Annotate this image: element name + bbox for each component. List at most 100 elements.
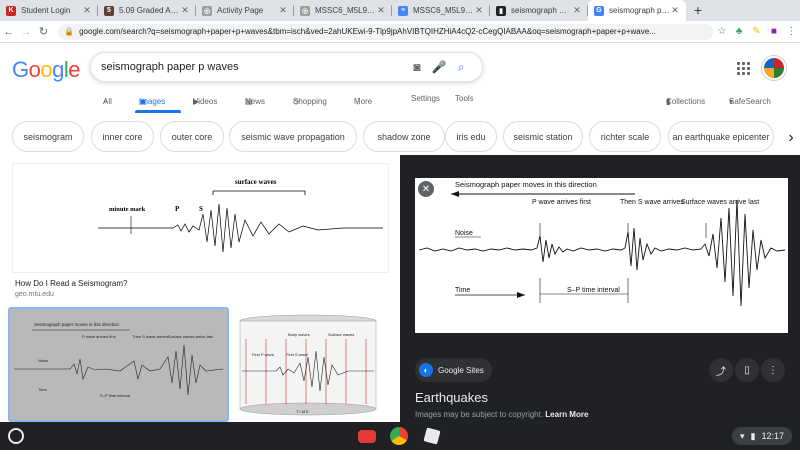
- url-text: google.com/search?q=seismograph+paper+p+…: [79, 27, 656, 36]
- related-search-chip[interactable]: inner core: [91, 121, 154, 152]
- related-searches: seismogram inner core outer core seismic wa…: [0, 121, 800, 155]
- surface-waves-label: surface waves: [235, 178, 277, 186]
- source-site-name: Google Sites: [438, 365, 484, 375]
- tab-title: seismograph paper p waves: [609, 6, 670, 15]
- tab-title: MSSC6_M5L9_TG: [413, 6, 474, 15]
- reload-icon[interactable]: ↻: [35, 25, 52, 38]
- google-sites-icon: ◐: [419, 363, 433, 377]
- browser-tab[interactable]: ◎ MSSC6_M5L9_TG ✕: [294, 0, 392, 21]
- first-s-label: First S wave: [286, 352, 309, 357]
- menu-kebab-icon[interactable]: ⋮: [783, 26, 800, 37]
- docs-icon: ≡: [398, 5, 408, 16]
- p-wave-label: P wave arrives first: [532, 199, 591, 206]
- camera-icon[interactable]: ◙: [406, 60, 428, 74]
- seismograph-thumbnail: Seismograph paper moves in this directio…: [10, 309, 227, 420]
- extension-icon[interactable]: ■: [765, 26, 782, 37]
- related-search-chip[interactable]: outer core: [160, 121, 224, 152]
- close-tab-icon[interactable]: ✕: [376, 5, 386, 16]
- youtube-icon[interactable]: [358, 430, 376, 443]
- related-search-chip[interactable]: an earthquake epicenter: [668, 121, 774, 152]
- tab-title: MSSC6_M5L9_TG: [315, 6, 376, 15]
- extension-icon[interactable]: ✎: [748, 26, 765, 37]
- seismograph-diagram: Seismograph paper moves in this directio…: [415, 178, 788, 333]
- close-tab-icon[interactable]: ✕: [670, 5, 680, 16]
- avatar[interactable]: [762, 56, 786, 80]
- launcher-icon[interactable]: [8, 428, 24, 444]
- apps-grid-icon[interactable]: [737, 61, 750, 75]
- close-tab-icon[interactable]: ✕: [474, 5, 484, 16]
- related-search-chip[interactable]: seismogram: [12, 121, 84, 152]
- related-search-chip[interactable]: seismic wave propagation: [229, 121, 357, 152]
- browser-tab[interactable]: ◎ Activity Page ✕: [196, 0, 294, 21]
- paper-direction-label: Seismograph paper moves in this directio…: [455, 180, 597, 189]
- globe-icon: ◎: [202, 5, 212, 16]
- close-tab-icon[interactable]: ✕: [180, 5, 190, 16]
- sp-interval-label: S–P time interval: [100, 393, 130, 398]
- result-1-caption[interactable]: How Do I Read a Seismogram?: [15, 279, 128, 288]
- search-nav: ⌕ All ▣ Images ▶ Videos ▤ News ◇ Shopping ⋮ Mo…: [0, 91, 800, 113]
- preview-image[interactable]: Seismograph paper moves in this directio…: [415, 178, 788, 333]
- search-input[interactable]: seismograph paper p waves: [101, 61, 406, 73]
- share-icon[interactable]: ⤴: [709, 358, 733, 382]
- browser-tab[interactable]: Gseismograph paper p waves✕: [588, 0, 686, 21]
- image-preview-panel: Seismograph paper moves in this directio…: [400, 155, 800, 422]
- google-logo[interactable]: Google: [12, 57, 81, 83]
- wifi-icon: ▾: [739, 430, 745, 441]
- close-tab-icon[interactable]: ✕: [278, 5, 288, 16]
- search-box[interactable]: seismograph paper p waves ◙ 🎤 ⌕: [90, 52, 483, 82]
- forward-arrow-icon[interactable]: →: [17, 26, 34, 38]
- lock-icon: 🔒: [64, 27, 75, 36]
- result-1-source[interactable]: geo.mtu.edu: [15, 291, 54, 298]
- close-icon[interactable]: ✕: [418, 181, 434, 197]
- chevron-down-icon: ▾: [729, 97, 734, 106]
- back-arrow-icon[interactable]: ←: [0, 26, 17, 38]
- extension-icon[interactable]: ♣: [731, 26, 748, 37]
- tab-strip: KStudent Login✕55.09 Graded Assignment✕◎…: [0, 0, 800, 21]
- chrome-icon[interactable]: [390, 427, 408, 445]
- noise-label: Noise: [455, 230, 473, 237]
- url-field[interactable]: 🔒 google.com/search?q=seismograph+paper+…: [58, 23, 714, 40]
- time-axis-label: T I M E: [296, 409, 309, 414]
- p-wave-label: P wave arrives first: [82, 334, 117, 339]
- close-tab-icon[interactable]: ✕: [572, 5, 582, 16]
- tools-link[interactable]: Tools: [455, 94, 474, 103]
- new-tab-button[interactable]: +: [686, 0, 710, 21]
- tab-title: seismograph Design: [511, 6, 572, 15]
- tab-title: Activity Page: [217, 6, 264, 15]
- assignment-icon: 5: [104, 5, 114, 16]
- result-image-1[interactable]: surface waves minute mark P S: [12, 163, 389, 273]
- clock: 12:17: [761, 431, 784, 441]
- address-bar-row: ← → ↻ 🔒 google.com/search?q=seismograph+…: [0, 21, 800, 43]
- more-options-icon[interactable]: ⋮: [761, 358, 785, 382]
- browser-tab[interactable]: K Student Login ✕: [0, 0, 98, 21]
- related-search-chip[interactable]: richter scale: [589, 121, 661, 152]
- settings-link[interactable]: Settings: [411, 94, 440, 103]
- p-label: P: [175, 205, 180, 213]
- s-label: S: [199, 205, 203, 213]
- search-icon[interactable]: ⌕: [450, 60, 472, 75]
- account-area: [737, 56, 786, 80]
- surface-waves-label: Surface waves: [328, 332, 354, 337]
- source-site-button[interactable]: ◐ Google Sites: [415, 358, 492, 382]
- microphone-icon[interactable]: 🎤: [428, 60, 450, 74]
- time-label: Time: [38, 387, 48, 392]
- related-search-chip[interactable]: shadow zone: [363, 121, 445, 152]
- roblox-icon[interactable]: [423, 427, 441, 445]
- preview-title[interactable]: Earthquakes: [415, 390, 488, 405]
- bookmark-star-icon[interactable]: ☆: [713, 26, 730, 37]
- result-image-3[interactable]: Body waves Surface waves First P wave Fi…: [236, 309, 380, 422]
- browser-tab[interactable]: ≡ MSSC6_M5L9_TG ✕: [392, 0, 490, 21]
- result-image-2[interactable]: Seismograph paper moves in this directio…: [8, 307, 229, 422]
- close-tab-icon[interactable]: ✕: [82, 5, 92, 16]
- browser-tab[interactable]: ▮ seismograph Design✕: [490, 0, 588, 21]
- browser-tab[interactable]: 5 5.09 Graded Assignment✕: [98, 0, 196, 21]
- paper-direction-label: Seismograph paper moves in this directio…: [34, 322, 120, 327]
- tab-title: 5.09 Graded Assignment: [119, 6, 180, 15]
- learn-more-link[interactable]: Learn More: [545, 410, 588, 419]
- save-bookmark-icon[interactable]: ▯: [735, 358, 759, 382]
- chevron-right-icon[interactable]: ›: [782, 121, 800, 155]
- surface-wave-label: Surface waves arrive last: [168, 334, 214, 339]
- related-search-chip[interactable]: seismic station: [503, 121, 583, 152]
- related-search-chip[interactable]: iris edu: [445, 121, 497, 152]
- system-tray[interactable]: ▾ ▮ 12:17: [731, 427, 792, 445]
